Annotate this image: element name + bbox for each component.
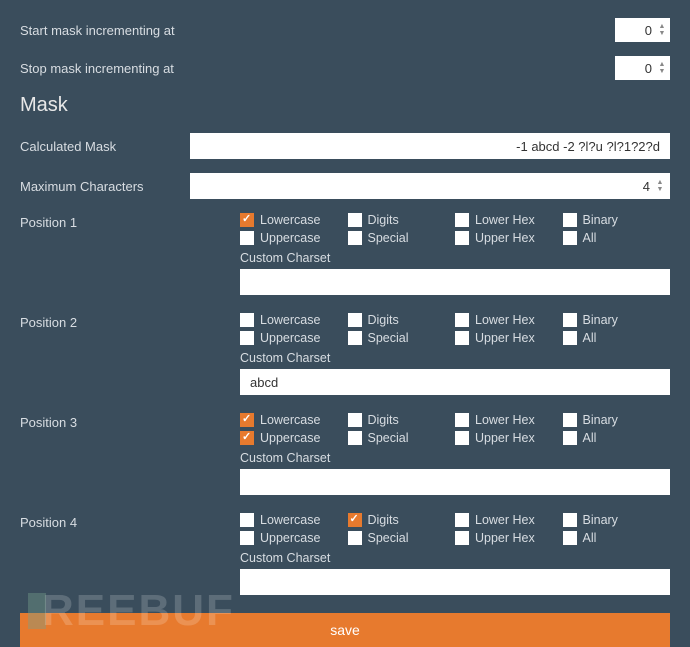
digits-checkbox[interactable] <box>348 513 362 527</box>
position-label: Position 1 <box>20 213 240 305</box>
custom-charset-input[interactable] <box>240 469 670 495</box>
lowerhex-checkbox[interactable] <box>455 213 469 227</box>
lowerhex-checkbox-label: Lower Hex <box>475 513 535 527</box>
special-checkbox[interactable] <box>348 431 362 445</box>
special-checkbox[interactable] <box>348 331 362 345</box>
all-checkbox-label: All <box>583 431 597 445</box>
special-checkbox[interactable] <box>348 231 362 245</box>
binary-checkbox[interactable] <box>563 513 577 527</box>
special-checkbox[interactable] <box>348 531 362 545</box>
lowercase-checkbox[interactable] <box>240 313 254 327</box>
all-checkbox[interactable] <box>563 231 577 245</box>
lowercase-checkbox-label: Lowercase <box>260 313 320 327</box>
custom-charset-input[interactable] <box>240 269 670 295</box>
mask-section-title: Mask <box>20 94 670 117</box>
binary-checkbox-label: Binary <box>583 513 618 527</box>
lowercase-checkbox[interactable] <box>240 413 254 427</box>
lowerhex-checkbox[interactable] <box>455 313 469 327</box>
upperhex-checkbox[interactable] <box>455 531 469 545</box>
special-checkbox-label: Special <box>368 231 409 245</box>
digits-checkbox-label: Digits <box>368 413 399 427</box>
binary-checkbox[interactable] <box>563 313 577 327</box>
all-checkbox-label: All <box>583 231 597 245</box>
max-chars-label: Maximum Characters <box>20 179 190 194</box>
uppercase-checkbox[interactable] <box>240 231 254 245</box>
uppercase-checkbox-label: Uppercase <box>260 531 320 545</box>
digits-checkbox[interactable] <box>348 413 362 427</box>
binary-checkbox-label: Binary <box>583 413 618 427</box>
special-checkbox-label: Special <box>368 431 409 445</box>
upperhex-checkbox-label: Upper Hex <box>475 531 535 545</box>
spinner-icon[interactable]: ▲▼ <box>656 19 668 41</box>
custom-charset-label: Custom Charset <box>240 451 670 465</box>
all-checkbox-label: All <box>583 531 597 545</box>
position-label: Position 2 <box>20 313 240 405</box>
position-label: Position 3 <box>20 413 240 505</box>
stop-mask-label: Stop mask incrementing at <box>20 61 240 76</box>
uppercase-checkbox-label: Uppercase <box>260 231 320 245</box>
lowercase-checkbox-label: Lowercase <box>260 413 320 427</box>
digits-checkbox-label: Digits <box>368 213 399 227</box>
digits-checkbox-label: Digits <box>368 313 399 327</box>
lowerhex-checkbox-label: Lower Hex <box>475 213 535 227</box>
binary-checkbox[interactable] <box>563 213 577 227</box>
binary-checkbox-label: Binary <box>583 313 618 327</box>
lowerhex-checkbox[interactable] <box>455 513 469 527</box>
uppercase-checkbox-label: Uppercase <box>260 431 320 445</box>
custom-charset-input[interactable] <box>240 369 670 395</box>
special-checkbox-label: Special <box>368 331 409 345</box>
upperhex-checkbox[interactable] <box>455 431 469 445</box>
upperhex-checkbox[interactable] <box>455 331 469 345</box>
spinner-icon[interactable]: ▲▼ <box>654 175 666 197</box>
custom-charset-label: Custom Charset <box>240 351 670 365</box>
lowerhex-checkbox-label: Lower Hex <box>475 313 535 327</box>
lowercase-checkbox[interactable] <box>240 213 254 227</box>
uppercase-checkbox[interactable] <box>240 331 254 345</box>
all-checkbox[interactable] <box>563 331 577 345</box>
spinner-icon[interactable]: ▲▼ <box>656 57 668 79</box>
lowerhex-checkbox-label: Lower Hex <box>475 413 535 427</box>
custom-charset-label: Custom Charset <box>240 251 670 265</box>
lowercase-checkbox[interactable] <box>240 513 254 527</box>
upperhex-checkbox-label: Upper Hex <box>475 231 535 245</box>
uppercase-checkbox-label: Uppercase <box>260 331 320 345</box>
uppercase-checkbox[interactable] <box>240 431 254 445</box>
all-checkbox-label: All <box>583 331 597 345</box>
lowerhex-checkbox[interactable] <box>455 413 469 427</box>
custom-charset-label: Custom Charset <box>240 551 670 565</box>
calculated-mask-input[interactable] <box>190 133 670 159</box>
upperhex-checkbox[interactable] <box>455 231 469 245</box>
upperhex-checkbox-label: Upper Hex <box>475 431 535 445</box>
position-label: Position 4 <box>20 513 240 605</box>
lowercase-checkbox-label: Lowercase <box>260 513 320 527</box>
lowercase-checkbox-label: Lowercase <box>260 213 320 227</box>
start-mask-label: Start mask incrementing at <box>20 23 240 38</box>
max-chars-input[interactable] <box>190 173 670 199</box>
special-checkbox-label: Special <box>368 531 409 545</box>
all-checkbox[interactable] <box>563 531 577 545</box>
digits-checkbox-label: Digits <box>368 513 399 527</box>
binary-checkbox-label: Binary <box>583 213 618 227</box>
all-checkbox[interactable] <box>563 431 577 445</box>
upperhex-checkbox-label: Upper Hex <box>475 331 535 345</box>
digits-checkbox[interactable] <box>348 313 362 327</box>
binary-checkbox[interactable] <box>563 413 577 427</box>
digits-checkbox[interactable] <box>348 213 362 227</box>
custom-charset-input[interactable] <box>240 569 670 595</box>
uppercase-checkbox[interactable] <box>240 531 254 545</box>
calculated-mask-label: Calculated Mask <box>20 139 190 154</box>
